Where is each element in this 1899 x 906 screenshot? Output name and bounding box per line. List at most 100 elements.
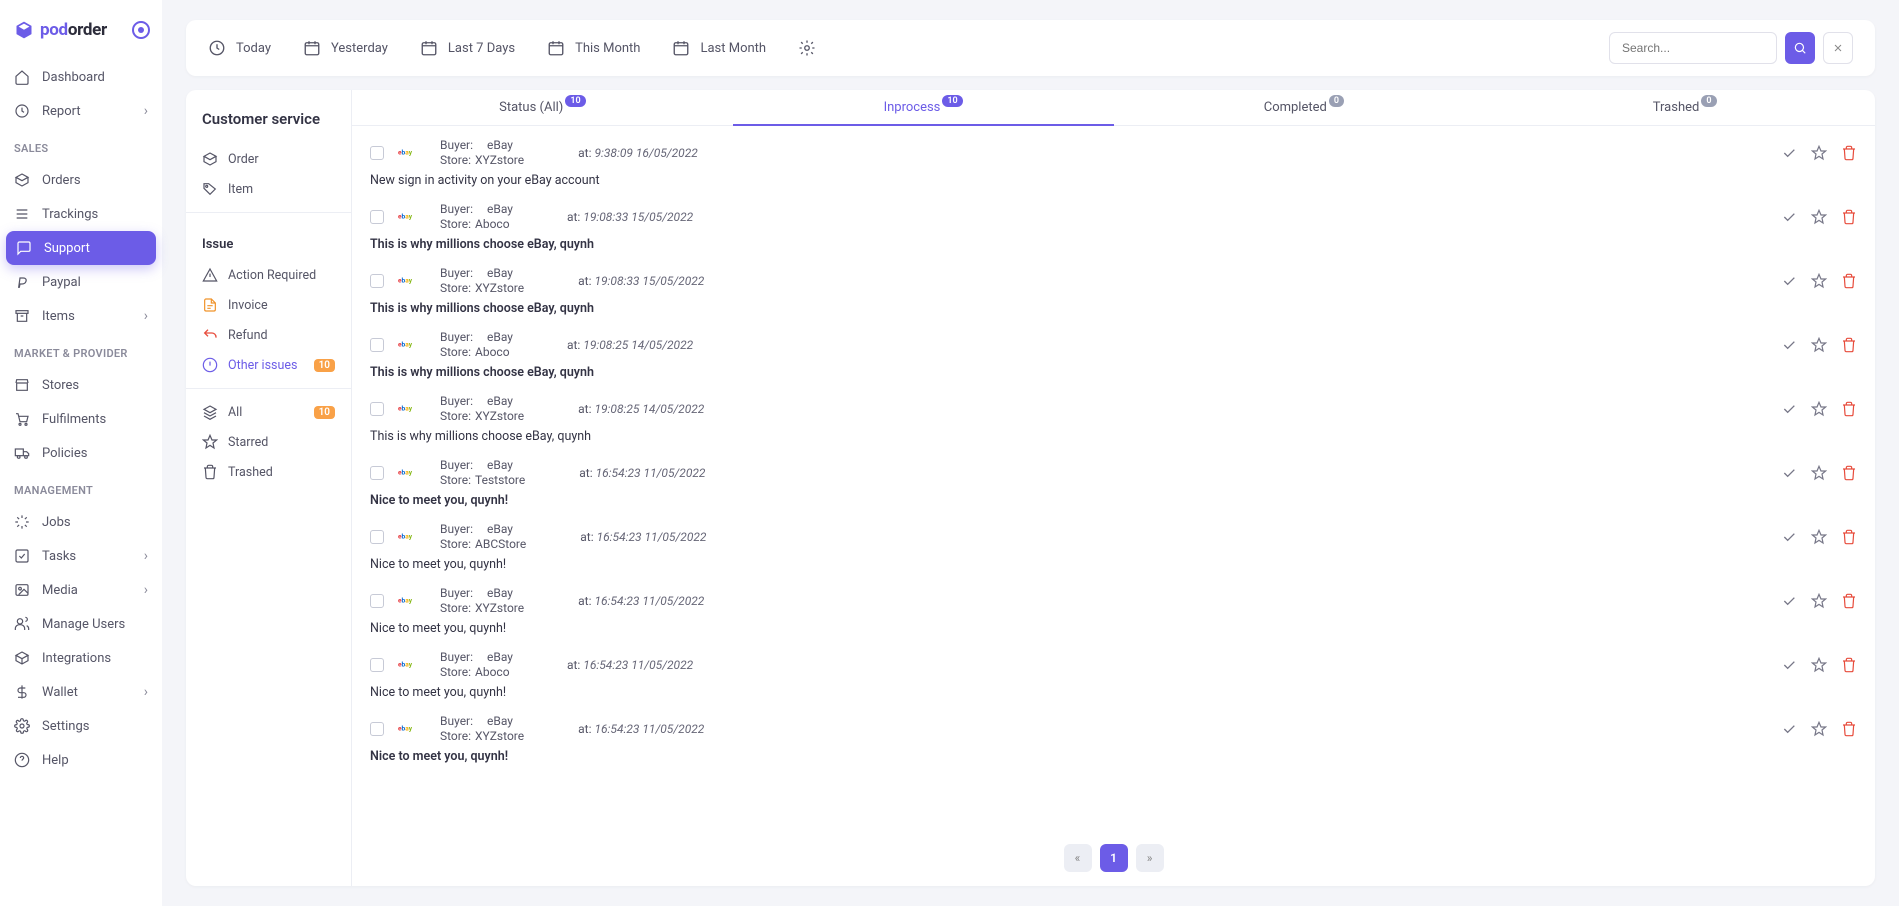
list-row[interactable]: ebay Buyer: eBay Store: XYZstore at: 16:… — [352, 580, 1875, 644]
nav-policies[interactable]: Policies — [0, 436, 162, 470]
nav-trackings[interactable]: Trackings — [0, 197, 162, 231]
date-last7[interactable]: Last 7 Days — [420, 39, 515, 57]
trash-icon[interactable] — [1841, 145, 1857, 161]
nav-integrations[interactable]: Integrations — [0, 641, 162, 675]
row-subject: Nice to meet you, quynh! — [370, 487, 1857, 516]
star-icon[interactable] — [1811, 593, 1827, 609]
row-checkbox[interactable] — [370, 402, 384, 416]
nav-manage-users[interactable]: Manage Users — [0, 607, 162, 641]
trash-icon[interactable] — [1841, 721, 1857, 737]
star-icon[interactable] — [1811, 657, 1827, 673]
star-icon[interactable] — [1811, 145, 1827, 161]
nav-report[interactable]: Report› — [0, 94, 162, 128]
complete-icon[interactable] — [1781, 401, 1797, 417]
list-row[interactable]: ebay Buyer: eBay Store: XYZstore at: 19:… — [352, 260, 1875, 324]
row-checkbox[interactable] — [370, 658, 384, 672]
trash-icon[interactable] — [1841, 401, 1857, 417]
row-checkbox[interactable] — [370, 338, 384, 352]
search-button[interactable] — [1785, 32, 1815, 64]
nav-paypal[interactable]: Paypal — [0, 265, 162, 299]
list-row[interactable]: ebay Buyer: eBay Store: Aboco at: 16:54:… — [352, 644, 1875, 708]
search-input[interactable] — [1609, 32, 1777, 64]
trash-icon[interactable] — [1841, 337, 1857, 353]
list-row[interactable]: ebay Buyer: eBay Store: Teststore at: 16… — [352, 452, 1875, 516]
row-timestamp: at: 16:54:23 11/05/2022 — [579, 466, 705, 480]
cs-order[interactable]: Order — [186, 144, 351, 174]
nav-items[interactable]: Items› — [0, 299, 162, 333]
row-checkbox[interactable] — [370, 274, 384, 288]
tab-completed[interactable]: Completed0 — [1114, 90, 1495, 125]
row-checkbox[interactable] — [370, 146, 384, 160]
page-first[interactable]: « — [1064, 844, 1092, 872]
star-icon[interactable] — [1811, 465, 1827, 481]
trash-icon[interactable] — [1841, 209, 1857, 225]
list-row[interactable]: ebay Buyer: eBay Store: Aboco at: 19:08:… — [352, 196, 1875, 260]
complete-icon[interactable] — [1781, 657, 1797, 673]
trash-icon[interactable] — [1841, 529, 1857, 545]
list-row[interactable]: ebay Buyer: eBay Store: ABCStore at: 16:… — [352, 516, 1875, 580]
complete-icon[interactable] — [1781, 209, 1797, 225]
page-last[interactable]: » — [1136, 844, 1164, 872]
count-badge: 10 — [942, 95, 962, 107]
list-row[interactable]: ebay Buyer: eBay Store: XYZstore at: 16:… — [352, 708, 1875, 772]
date-last-month[interactable]: Last Month — [672, 39, 766, 57]
nav-fulfilments[interactable]: Fulfilments — [0, 402, 162, 436]
tab-status-all[interactable]: Status (All)10 — [352, 90, 733, 125]
date-settings[interactable] — [798, 39, 816, 57]
row-checkbox[interactable] — [370, 466, 384, 480]
nav-media[interactable]: Media› — [0, 573, 162, 607]
nav-orders[interactable]: Orders — [0, 163, 162, 197]
star-icon[interactable] — [1811, 209, 1827, 225]
nav-stores[interactable]: Stores — [0, 368, 162, 402]
logo[interactable]: podorder — [0, 12, 162, 60]
nav-dashboard[interactable]: Dashboard — [0, 60, 162, 94]
target-icon[interactable] — [132, 21, 150, 39]
nav-jobs[interactable]: Jobs — [0, 505, 162, 539]
row-checkbox[interactable] — [370, 722, 384, 736]
nav-help[interactable]: Help — [0, 743, 162, 777]
list-row[interactable]: ebay Buyer: eBay Store: XYZstore at: 9:3… — [352, 132, 1875, 196]
trash-icon[interactable] — [1841, 593, 1857, 609]
date-this-month[interactable]: This Month — [547, 39, 640, 57]
cs-refund[interactable]: Refund — [186, 320, 351, 350]
complete-icon[interactable] — [1781, 145, 1797, 161]
complete-icon[interactable] — [1781, 273, 1797, 289]
close-button[interactable] — [1823, 32, 1853, 64]
row-checkbox[interactable] — [370, 530, 384, 544]
cs-item[interactable]: Item — [186, 174, 351, 204]
nav-tasks[interactable]: Tasks› — [0, 539, 162, 573]
nav-settings[interactable]: Settings — [0, 709, 162, 743]
tag-icon — [202, 181, 218, 197]
main: Today Yesterday Last 7 Days This Month L… — [162, 0, 1899, 906]
cs-invoice[interactable]: Invoice — [186, 290, 351, 320]
list-row[interactable]: ebay Buyer: eBay Store: XYZstore at: 19:… — [352, 388, 1875, 452]
star-icon[interactable] — [1811, 401, 1827, 417]
cs-all[interactable]: All10 — [186, 397, 351, 427]
page-1[interactable]: 1 — [1100, 844, 1128, 872]
date-today[interactable]: Today — [208, 39, 271, 57]
nav-wallet[interactable]: Wallet› — [0, 675, 162, 709]
cs-other-issues[interactable]: Other issues10 — [186, 350, 351, 380]
complete-icon[interactable] — [1781, 337, 1797, 353]
star-icon[interactable] — [1811, 337, 1827, 353]
list-row[interactable]: ebay Buyer: eBay Store: Aboco at: 19:08:… — [352, 324, 1875, 388]
star-icon[interactable] — [1811, 721, 1827, 737]
complete-icon[interactable] — [1781, 465, 1797, 481]
row-checkbox[interactable] — [370, 594, 384, 608]
star-icon[interactable] — [1811, 273, 1827, 289]
cs-trashed[interactable]: Trashed — [186, 457, 351, 487]
nav-support[interactable]: Support — [6, 231, 156, 265]
date-yesterday[interactable]: Yesterday — [303, 39, 388, 57]
trash-icon[interactable] — [1841, 273, 1857, 289]
tab-inprocess[interactable]: Inprocess10 — [733, 90, 1114, 125]
trash-icon[interactable] — [1841, 657, 1857, 673]
trash-icon[interactable] — [1841, 465, 1857, 481]
cs-starred[interactable]: Starred — [186, 427, 351, 457]
row-checkbox[interactable] — [370, 210, 384, 224]
complete-icon[interactable] — [1781, 593, 1797, 609]
complete-icon[interactable] — [1781, 721, 1797, 737]
tab-trashed[interactable]: Trashed0 — [1494, 90, 1875, 125]
cs-action-required[interactable]: Action Required — [186, 260, 351, 290]
star-icon[interactable] — [1811, 529, 1827, 545]
complete-icon[interactable] — [1781, 529, 1797, 545]
